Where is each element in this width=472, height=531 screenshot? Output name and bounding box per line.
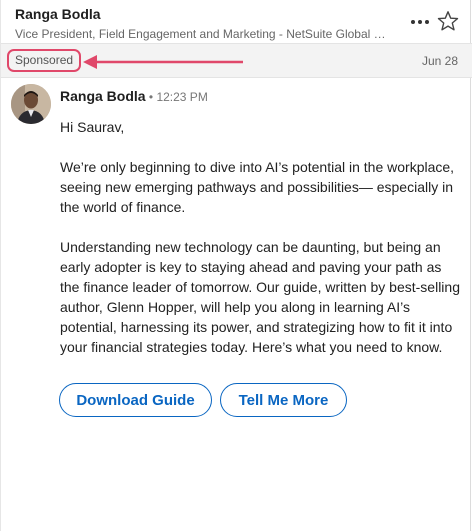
star-icon[interactable] bbox=[436, 9, 460, 33]
header-sender-name[interactable]: Ranga Bodla bbox=[15, 6, 101, 22]
message-time: • 12:23 PM bbox=[145, 90, 208, 104]
header-sender-title: Vice President, Field Engagement and Mar… bbox=[15, 27, 387, 41]
message-body: Hi Saurav, We’re only beginning to dive … bbox=[60, 117, 460, 377]
body-paragraph: Understanding new technology can be daun… bbox=[60, 239, 460, 355]
tell-me-more-button[interactable]: Tell Me More bbox=[220, 383, 347, 417]
message-date: Jun 28 bbox=[421, 54, 458, 68]
avatar[interactable] bbox=[11, 84, 51, 124]
message-sender-name[interactable]: Ranga Bodla bbox=[60, 88, 146, 104]
conversation-header: Ranga Bodla Vice President, Field Engage… bbox=[1, 0, 472, 44]
message-panel: Ranga Bodla Vice President, Field Engage… bbox=[0, 0, 472, 531]
sponsored-badge: Sponsored bbox=[7, 49, 82, 72]
body-paragraph: We’re only beginning to dive into AI’s p… bbox=[60, 159, 455, 215]
message-sender: Ranga Bodla • 12:23 PM bbox=[60, 88, 208, 104]
greeting: Hi Saurav, bbox=[60, 119, 125, 135]
download-guide-button[interactable]: Download Guide bbox=[59, 383, 212, 417]
more-options-icon[interactable] bbox=[408, 10, 432, 34]
arrow-annotation-icon bbox=[83, 55, 243, 69]
